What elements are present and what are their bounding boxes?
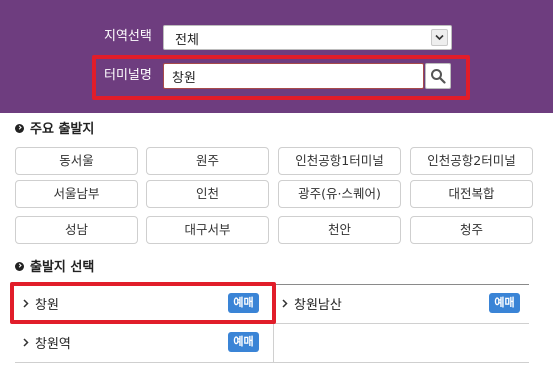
departure-item-gwangju[interactable]: 광주(유·스퀘어): [278, 180, 401, 208]
bullet-chevron-icon: [15, 124, 24, 133]
departure-item-incheon-airport-t1[interactable]: 인천공항1터미널: [278, 147, 401, 175]
major-departures-title-text: 주요 출발지: [30, 122, 95, 137]
departure-item-daegu-seobu[interactable]: 대구서부: [146, 216, 269, 244]
region-label: 지역선택: [104, 29, 152, 44]
departure-item-seoul-nambu[interactable]: 서울남부: [15, 180, 138, 208]
departure-item-cheongju[interactable]: 청주: [410, 216, 533, 244]
result-highlight-box: [10, 282, 276, 324]
departure-item-daejeon[interactable]: 대전복합: [410, 180, 533, 208]
result-item-name: 창원남산: [294, 298, 342, 313]
departure-item-incheon-airport-t2[interactable]: 인천공항2터미널: [410, 147, 533, 175]
chevron-down-icon[interactable]: [431, 29, 448, 46]
departure-item-dongseoul[interactable]: 동서울: [15, 147, 138, 175]
departure-item-seongnam[interactable]: 성남: [15, 216, 138, 244]
departure-select-title-text: 출발지 선택: [30, 260, 95, 275]
result-item-name: 창원역: [35, 337, 71, 352]
book-button[interactable]: 예매: [228, 332, 259, 352]
chevron-right-icon: [23, 336, 29, 351]
chevron-right-icon: [282, 297, 288, 312]
departure-item-incheon[interactable]: 인천: [146, 180, 269, 208]
departure-select-title: 출발지 선택: [15, 259, 94, 277]
departure-item-cheonan[interactable]: 천안: [278, 216, 401, 244]
result-item-changwon-station[interactable]: 창원역 예매: [15, 324, 273, 362]
result-item-changwon-namsan[interactable]: 창원남산 예매: [274, 285, 529, 323]
major-departures-title: 주요 출발지: [15, 121, 94, 139]
departure-item-wonju[interactable]: 원주: [146, 147, 269, 175]
region-select-value: 전체: [175, 33, 199, 48]
bullet-chevron-icon: [15, 262, 24, 271]
region-select[interactable]: 전체: [163, 25, 452, 50]
terminal-highlight-box: [92, 55, 470, 100]
search-header: 지역선택 전체 터미널명: [0, 0, 553, 113]
book-button[interactable]: 예매: [489, 293, 520, 313]
